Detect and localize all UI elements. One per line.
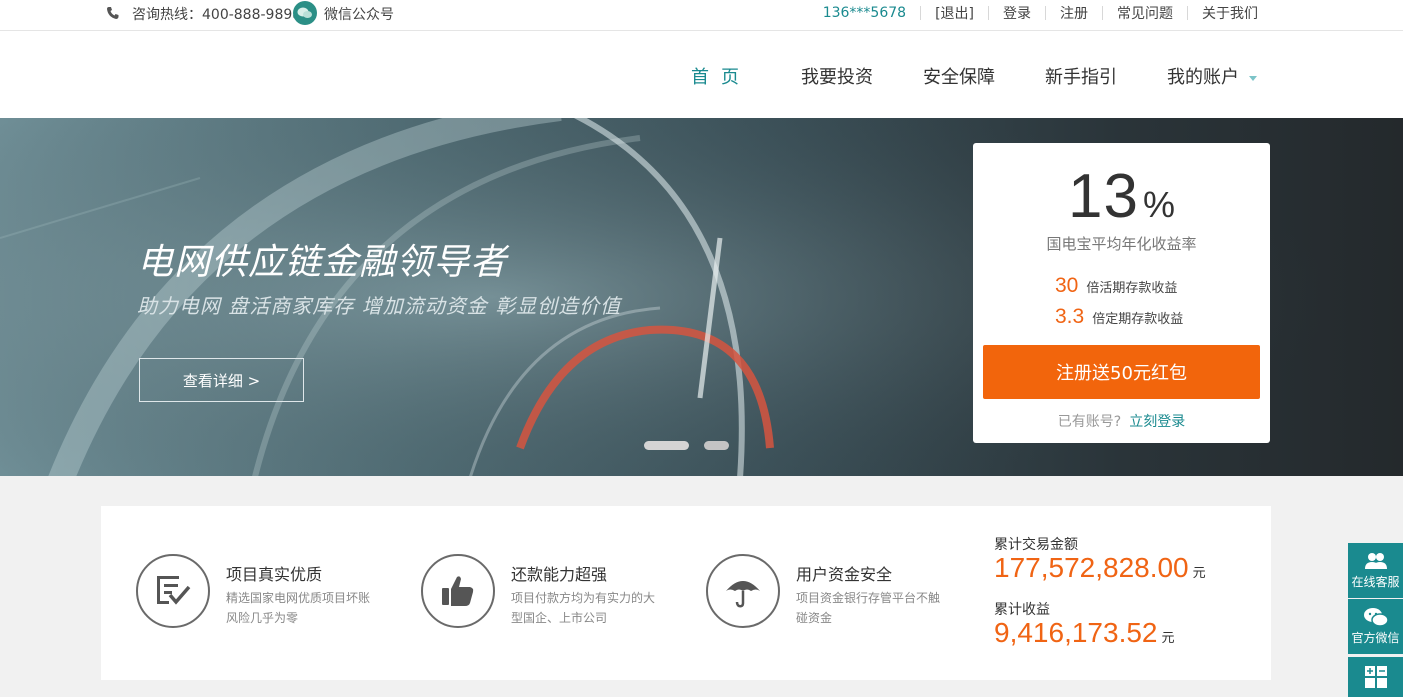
nav-account-label: 我的账户 (1167, 67, 1239, 88)
faq-link[interactable]: 常见问题 (1117, 3, 1173, 23)
top-links: 136***5678 [退出] 登录 注册 常见问题 关于我们 (823, 3, 1258, 23)
top-bar: 咨询热线：400-888-9898 微信公众号 136***5678 [退出] … (0, 0, 1403, 31)
divider (988, 6, 989, 20)
demand-deposit-multiple: 30 倍活期存款收益 (1055, 274, 1177, 298)
register-link[interactable]: 注册 (1060, 3, 1088, 23)
nav-invest[interactable]: 我要投资 (801, 63, 873, 89)
yield-rate-label: 国电宝平均年化收益率 (1046, 235, 1197, 253)
features-panel: 项目真实优质 精选国家电网优质项目坏账风险几乎为零 还款能力超强 项目付款方均为… (101, 506, 1271, 680)
thumbs-up-icon (421, 554, 495, 628)
chevron-down-icon (1249, 75, 1257, 81)
about-link[interactable]: 关于我们 (1202, 3, 1258, 23)
divider (1187, 6, 1188, 20)
feature-title: 用户资金安全 (796, 565, 893, 584)
feature-title: 还款能力超强 (511, 565, 608, 584)
nav-account[interactable]: 我的账户 (1167, 63, 1257, 89)
carousel-dot-2[interactable] (704, 441, 729, 450)
have-account-text: 已有账号? (1057, 414, 1122, 430)
feature-title: 项目真实优质 (226, 565, 323, 584)
users-icon (1364, 553, 1387, 569)
divider (1102, 6, 1103, 20)
calculator-icon (1364, 666, 1387, 688)
yield-rate-number: 13 (1068, 162, 1139, 231)
feature-description: 项目资金银行存管平台不触碰资金 (796, 591, 941, 625)
carousel-dot-1[interactable] (644, 441, 689, 450)
divider (920, 6, 922, 20)
wechat-icon (1363, 608, 1389, 627)
multiple-text: 倍活期存款收益 (1086, 281, 1178, 296)
login-now-link[interactable]: 立刻登录 (1129, 414, 1185, 430)
feature-description: 精选国家电网优质项目坏账风险几乎为零 (226, 591, 371, 625)
yield-rate-unit: % (1142, 184, 1175, 225)
user-account-link[interactable]: 136***5678 (823, 5, 906, 21)
hotline-text: 咨询热线：400-888-9898 (132, 7, 302, 23)
divider (1045, 6, 1046, 20)
online-service-label: 在线客服 (1351, 575, 1400, 589)
online-service-button[interactable]: 在线客服 (1348, 543, 1403, 598)
yield-rate: 13% (973, 161, 1270, 232)
promo-card: 13% 国电宝平均年化收益率 30 倍活期存款收益 3.3 倍定期存款收益 注册… (973, 143, 1270, 443)
currency-unit: 元 (1192, 566, 1206, 581)
official-wechat-button[interactable]: 官方微信 (1348, 599, 1403, 654)
multiple-number: 3.3 (1055, 305, 1085, 328)
logout-link[interactable]: [退出] (935, 3, 974, 23)
multiple-number: 30 (1055, 274, 1079, 297)
register-bonus-button[interactable]: 注册送50元红包 (983, 345, 1260, 399)
nav-home[interactable]: 首页 (691, 63, 751, 89)
total-volume-value: 177,572,828.00 (994, 552, 1189, 583)
wechat-account-link[interactable]: 微信公众号 (324, 4, 394, 24)
view-details-button[interactable]: 查看详细 > (139, 358, 304, 402)
wechat-icon[interactable] (293, 1, 317, 25)
feature-description: 项目付款方均为有实力的大型国企、上市公司 (511, 591, 656, 625)
login-link[interactable]: 登录 (1003, 3, 1031, 23)
nav-security[interactable]: 安全保障 (923, 63, 995, 89)
banner-headline: 电网供应链金融领导者 (137, 242, 508, 283)
multiple-text: 倍定期存款收益 (1092, 312, 1184, 327)
total-income-label: 累计收益 (994, 602, 1050, 618)
checklist-icon (136, 554, 210, 628)
nav-guide[interactable]: 新手指引 (1045, 63, 1117, 89)
umbrella-icon (706, 554, 780, 628)
login-prompt: 已有账号? 立刻登录 (973, 411, 1270, 431)
banner-subline: 助力电网 盘活商家库存 增加流动资金 彰显创造价值 (137, 294, 622, 318)
official-wechat-label: 官方微信 (1351, 631, 1400, 645)
fixed-deposit-multiple: 3.3 倍定期存款收益 (1055, 305, 1183, 329)
total-income: 9,416,173.52 元 (994, 617, 1175, 649)
hero-banner: 电网供应链金融领导者 助力电网 盘活商家库存 增加流动资金 彰显创造价值 查看详… (0, 118, 1403, 476)
main-nav: 首页 我要投资 安全保障 新手指引 我的账户 (641, 63, 1257, 89)
currency-unit: 元 (1161, 631, 1175, 646)
total-income-value: 9,416,173.52 (994, 617, 1158, 648)
total-volume-label: 累计交易金额 (994, 537, 1078, 553)
main-header: 首页 我要投资 安全保障 新手指引 我的账户 (0, 31, 1403, 118)
total-volume: 177,572,828.00 元 (994, 552, 1206, 584)
phone-icon (107, 7, 119, 19)
calculator-button[interactable] (1348, 657, 1403, 697)
